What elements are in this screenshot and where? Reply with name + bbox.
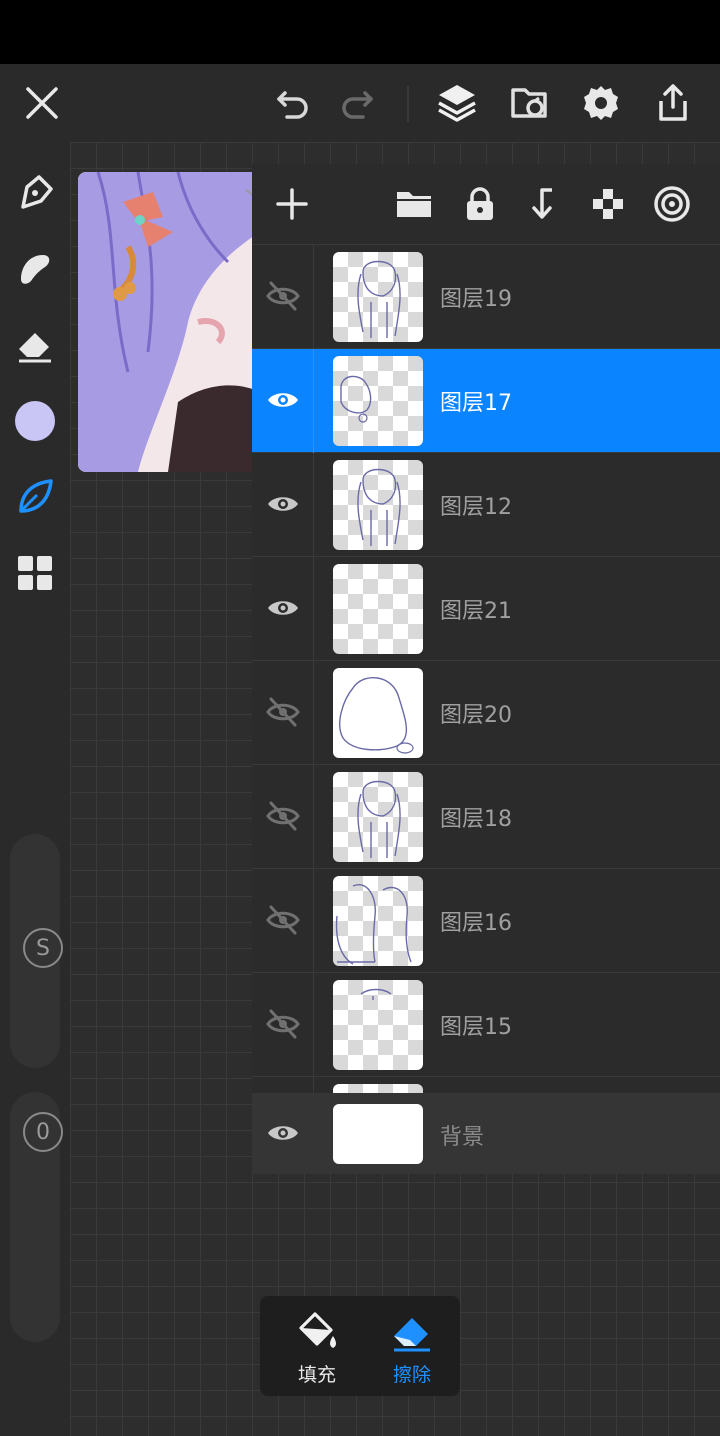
layer-row[interactable]: 图层20 <box>252 661 720 765</box>
layer-thumbnail <box>333 356 423 446</box>
layer-thumbnail <box>333 564 423 654</box>
row-divider <box>313 245 314 349</box>
layer-thumbnail <box>333 1084 423 1093</box>
layer-row[interactable]: 图层19 <box>252 245 720 349</box>
fill-button[interactable]: 填充 <box>270 1306 360 1392</box>
layer-name: 图层15 <box>440 1015 512 1040</box>
layer-row[interactable]: 图层15 <box>252 973 720 1077</box>
layer-row[interactable]: 图层21 <box>252 557 720 661</box>
undo-icon[interactable] <box>268 78 318 128</box>
merge-down-icon[interactable] <box>519 179 569 229</box>
layer-name: 图层18 <box>440 807 512 832</box>
artwork-preview[interactable] <box>78 172 260 472</box>
row-divider <box>313 661 314 765</box>
gallery-import-icon[interactable] <box>505 78 555 128</box>
fill-label: 填充 <box>297 1364 336 1386</box>
target-icon[interactable] <box>647 179 697 229</box>
eraser-icon[interactable] <box>10 320 60 370</box>
layer-row-selected[interactable]: 图层17 <box>252 349 720 453</box>
layer-name: 图层16 <box>440 911 512 936</box>
lock-icon[interactable] <box>455 179 505 229</box>
eye-visible-icon[interactable] <box>258 1108 308 1158</box>
redo-icon[interactable] <box>332 78 382 128</box>
layer-name: 图层12 <box>440 495 512 520</box>
eye-hidden-icon[interactable] <box>258 687 308 737</box>
eye-visible-icon[interactable] <box>258 583 308 633</box>
layers-panel: 图层19 图层17 图层12 图层21 图层20 图层18 图层16 图层15 … <box>252 164 720 1174</box>
layer-name: 图层20 <box>440 703 512 728</box>
row-divider <box>313 869 314 973</box>
layer-thumbnail <box>333 980 423 1070</box>
eye-visible-icon[interactable] <box>258 375 308 425</box>
row-divider <box>313 973 314 1077</box>
leaf-brush-icon[interactable] <box>10 472 60 522</box>
eye-hidden-icon[interactable] <box>258 791 308 841</box>
layer-name: 图层17 <box>440 391 512 416</box>
layer-thumbnail <box>333 876 423 966</box>
folder-icon[interactable] <box>389 179 439 229</box>
opacity-slider[interactable]: 0 <box>10 1092 63 1342</box>
settings-icon[interactable] <box>576 78 626 128</box>
pen-icon[interactable] <box>10 168 60 218</box>
color-swatch[interactable] <box>10 396 60 446</box>
eye-hidden-icon[interactable] <box>258 271 308 321</box>
row-divider <box>313 349 314 453</box>
erase-label: 擦除 <box>392 1364 431 1386</box>
row-divider <box>313 1077 314 1093</box>
layer-thumbnail <box>333 1104 423 1164</box>
background-layer-row[interactable]: 背景 <box>252 1093 720 1174</box>
grid-menu-icon[interactable] <box>10 548 60 598</box>
opacity-knob[interactable]: 0 <box>23 1112 63 1152</box>
row-divider <box>313 453 314 557</box>
layer-row[interactable]: 图层18 <box>252 765 720 869</box>
layer-name: 背景 <box>440 1125 485 1150</box>
layer-name: 图层19 <box>440 287 512 312</box>
eraser-icon <box>390 1310 434 1354</box>
top-toolbar <box>0 64 720 142</box>
layer-row[interactable]: 图层16 <box>252 869 720 973</box>
eye-visible-icon[interactable] <box>258 479 308 529</box>
layer-row[interactable]: 图层12 <box>252 453 720 557</box>
eye-hidden-icon[interactable] <box>258 895 308 945</box>
layer-thumbnail <box>333 772 423 862</box>
brush-size-knob[interactable]: S <box>23 928 63 968</box>
layer-name: 图层21 <box>440 599 512 624</box>
paint-bucket-icon <box>295 1310 339 1354</box>
layer-thumbnail <box>333 460 423 550</box>
layers-icon[interactable] <box>432 78 482 128</box>
checker-icon[interactable] <box>583 179 633 229</box>
eye-hidden-icon[interactable] <box>258 999 308 1049</box>
layer-thumbnail <box>333 668 423 758</box>
layer-list: 图层19 图层17 图层12 图层21 图层20 图层18 图层16 图层15 <box>252 245 720 1093</box>
brush-size-slider[interactable]: S <box>10 834 63 1068</box>
toolbar-divider <box>407 86 409 122</box>
smudge-icon[interactable] <box>10 244 60 294</box>
row-divider <box>313 765 314 869</box>
row-divider <box>313 557 314 661</box>
layer-row[interactable] <box>252 1077 720 1093</box>
layer-thumbnail <box>333 252 423 342</box>
fill-erase-popup: 填充 擦除 <box>260 1296 460 1396</box>
erase-button[interactable]: 擦除 <box>365 1306 455 1392</box>
close-icon[interactable] <box>17 78 67 128</box>
export-icon[interactable] <box>648 78 698 128</box>
add-icon[interactable] <box>267 179 317 229</box>
status-bar <box>0 0 720 64</box>
layers-toolbar <box>252 164 720 245</box>
left-toolbar: S 0 <box>0 142 70 1436</box>
